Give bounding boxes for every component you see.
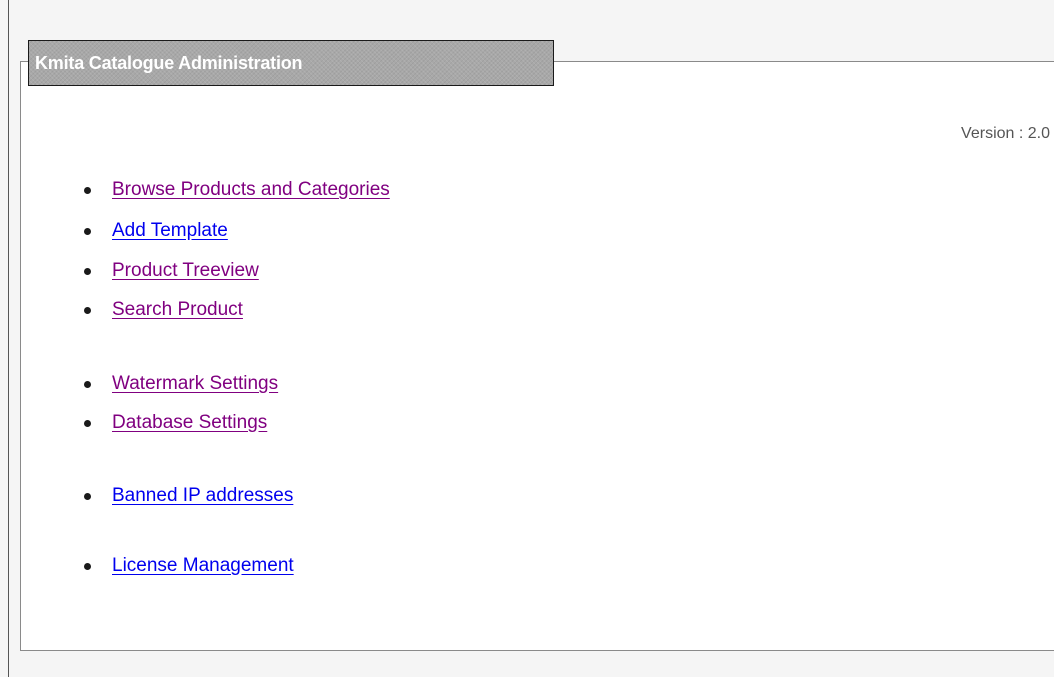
product-treeview-link[interactable]: Product Treeview [112,259,259,283]
bullet-icon [84,381,91,388]
add-template-link[interactable]: Add Template [112,219,228,243]
search-product-link[interactable]: Search Product [112,298,243,322]
bullet-icon [84,420,91,427]
bullet-icon [84,307,91,314]
banned-ip-link[interactable]: Banned IP addresses [112,484,293,508]
license-management-link[interactable]: License Management [112,554,294,578]
left-border-line [8,0,9,677]
bullet-icon [84,187,91,194]
panel-title: Kmita Catalogue Administration [28,40,554,86]
watermark-settings-link[interactable]: Watermark Settings [112,372,278,396]
browse-products-link[interactable]: Browse Products and Categories [112,178,390,202]
bullet-icon [84,493,91,500]
version-label: Version : 2.0 [961,125,1050,142]
bullet-icon [84,268,91,275]
database-settings-link[interactable]: Database Settings [112,411,267,435]
bullet-icon [84,228,91,235]
bullet-icon [84,563,91,570]
